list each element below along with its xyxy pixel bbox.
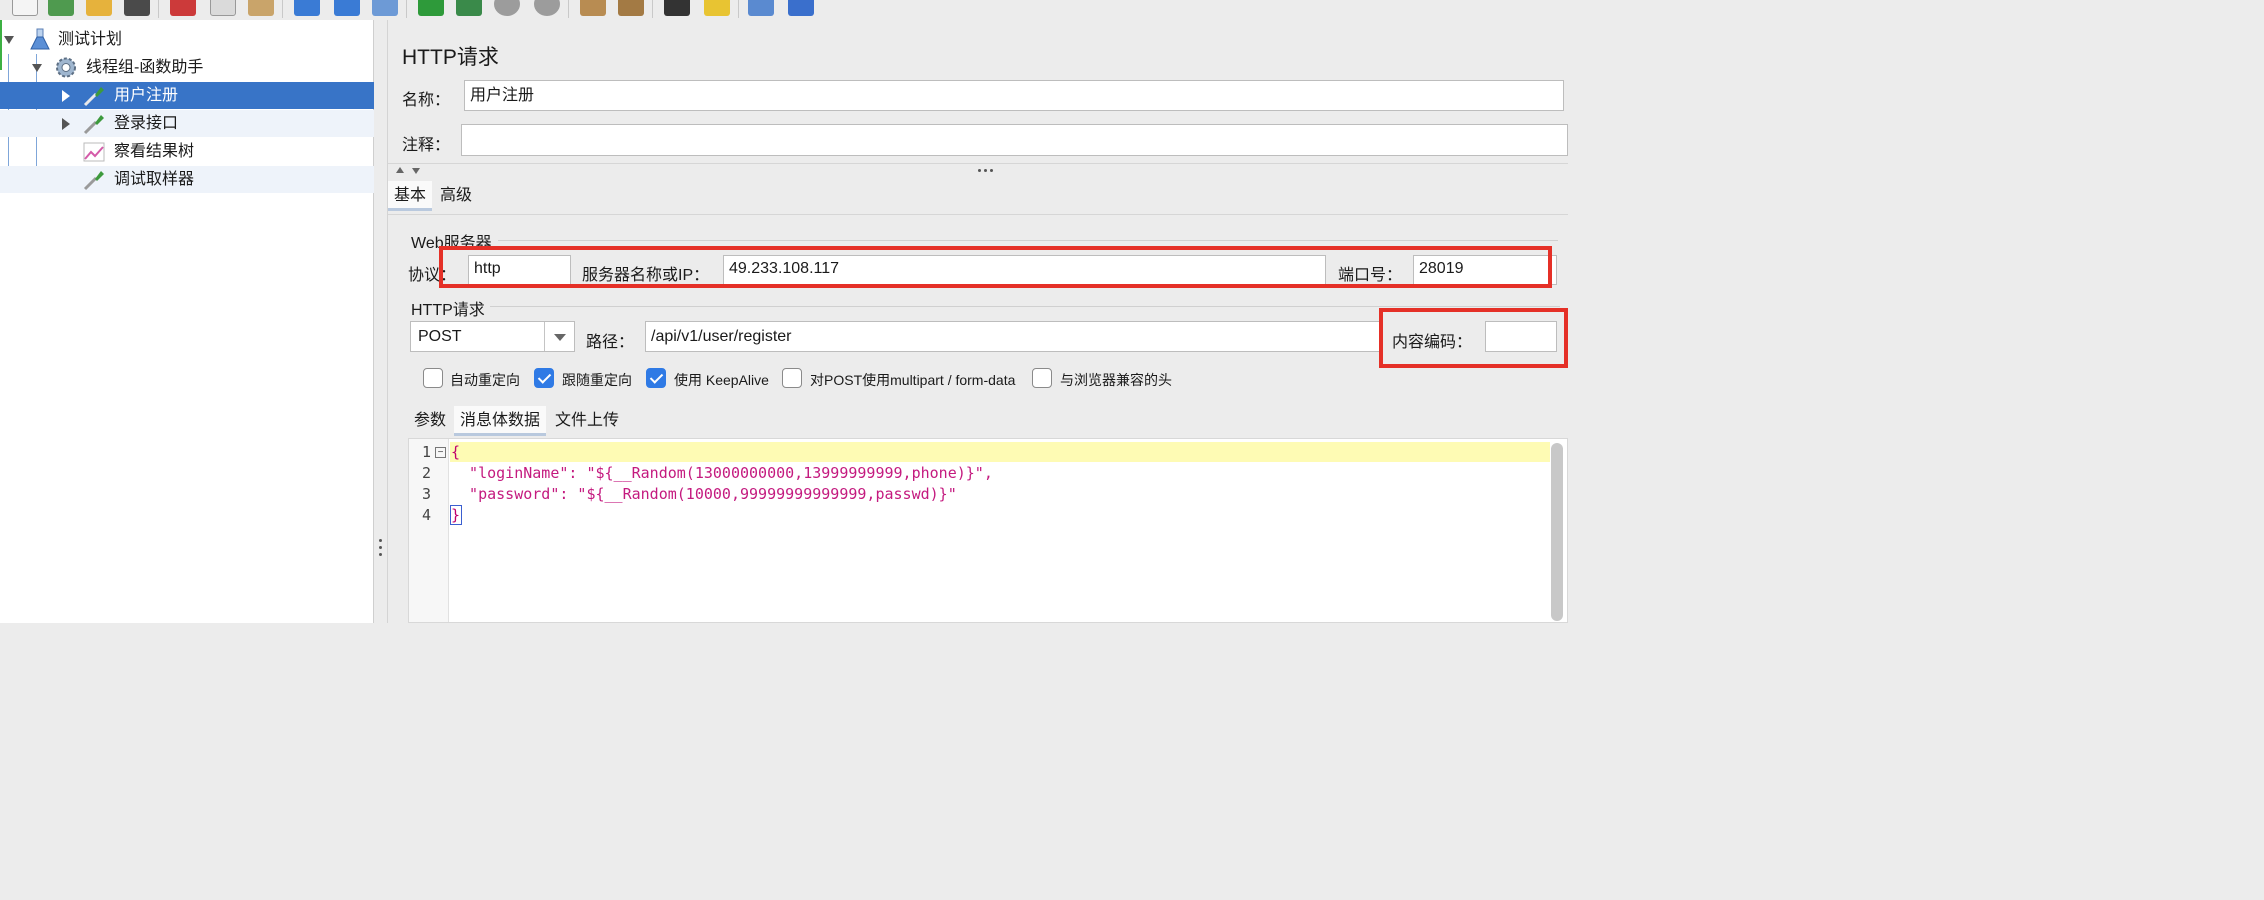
start-no-pause-icon[interactable] xyxy=(456,0,482,16)
collapse-caret-icon[interactable] xyxy=(62,118,70,130)
keepalive-checkbox[interactable] xyxy=(646,368,666,388)
tree-item-debug-sampler[interactable]: 调试取样器 xyxy=(0,166,374,193)
line-number: 3 xyxy=(421,485,431,503)
tree-item-user-register[interactable]: 用户注册 xyxy=(0,82,374,109)
reset-search-icon[interactable] xyxy=(704,0,730,16)
grip-dot xyxy=(379,539,382,542)
fold-icon[interactable]: − xyxy=(435,447,446,458)
section-divider[interactable] xyxy=(388,163,1568,175)
tab-basic[interactable]: 基本 xyxy=(388,181,433,211)
page-title: HTTP请求 xyxy=(402,46,499,69)
name-label: 名称： xyxy=(402,92,451,109)
start-icon[interactable] xyxy=(418,0,444,16)
name-field[interactable]: 用户注册 xyxy=(464,80,1564,111)
clear-all-icon[interactable] xyxy=(618,0,644,16)
tab-advanced[interactable]: 高级 xyxy=(434,181,478,211)
grip-dot xyxy=(984,169,987,172)
debug-sampler-pipette-icon xyxy=(83,171,104,191)
path-label: 路径： xyxy=(586,334,635,351)
browser-headers-checkbox[interactable] xyxy=(1032,368,1052,388)
line-number: 2 xyxy=(421,464,431,482)
expand-caret-icon[interactable] xyxy=(4,36,14,44)
tree-item-test-plan[interactable]: 测试计划 xyxy=(0,26,374,53)
test-plan-flask-icon xyxy=(30,28,50,50)
results-tree-chart-icon xyxy=(83,142,105,162)
toolbar xyxy=(0,0,1568,20)
tab-body-data[interactable]: 消息体数据 xyxy=(454,406,547,436)
templates-icon[interactable] xyxy=(48,0,74,16)
method-select-value: POST xyxy=(418,328,462,345)
expand-icon[interactable] xyxy=(294,0,320,16)
tree-item-results-tree[interactable]: 察看结果树 xyxy=(0,138,374,165)
method-select-divider xyxy=(544,322,545,351)
paste-icon[interactable] xyxy=(248,0,274,16)
expand-down-icon[interactable] xyxy=(412,168,420,174)
open-icon[interactable] xyxy=(86,0,112,16)
tree-item-label: 登录接口 xyxy=(114,115,179,132)
code-line: } xyxy=(450,505,462,525)
line-number: 1 xyxy=(421,443,431,461)
http-request-panel: HTTP请求 名称： 用户注册 注释： 基本 高级 Web服务器 协议： htt… xyxy=(388,20,1568,623)
comment-label: 注释： xyxy=(402,137,451,154)
code-line: { xyxy=(451,443,461,461)
code-line: "password": "${__Random(10000,9999999999… xyxy=(451,485,957,503)
multipart-label: 对POST使用multipart / form-data xyxy=(810,372,1016,388)
browser-headers-label: 与浏览器兼容的头 xyxy=(1060,372,1172,388)
grip-dot xyxy=(379,546,382,549)
tree-item-label: 察看结果树 xyxy=(114,143,195,160)
function-helper-icon[interactable] xyxy=(748,0,774,16)
line-number-gutter: 1 − 2 3 4 xyxy=(409,439,449,622)
follow-redirects-checkbox[interactable] xyxy=(534,368,554,388)
shutdown-icon[interactable] xyxy=(534,0,560,16)
pane-splitter[interactable] xyxy=(374,20,388,623)
line-number: 4 xyxy=(421,506,431,524)
stop-icon[interactable] xyxy=(494,0,520,16)
help-icon[interactable] xyxy=(788,0,814,16)
new-icon[interactable] xyxy=(12,0,38,16)
tree-item-label: 测试计划 xyxy=(58,31,123,48)
tree-item-label: 线程组-函数助手 xyxy=(86,59,204,76)
method-select[interactable]: POST xyxy=(410,321,575,352)
follow-redirects-label: 跟随重定向 xyxy=(562,372,632,388)
path-field[interactable]: /api/v1/user/register xyxy=(645,321,1381,352)
highlight-web-server xyxy=(439,246,1552,288)
collapse-up-icon[interactable] xyxy=(396,167,404,173)
tab-file-upload[interactable]: 文件上传 xyxy=(549,406,625,436)
collapse-icon[interactable] xyxy=(334,0,360,16)
auto-redirect-label: 自动重定向 xyxy=(450,372,520,388)
current-line-highlight xyxy=(450,442,1550,462)
body-data-editor[interactable]: 1 − 2 3 4 { "loginName": "${__Random(130… xyxy=(408,438,1568,623)
cut-icon[interactable] xyxy=(170,0,196,16)
tab-parameters[interactable]: 参数 xyxy=(408,406,452,436)
test-plan-tree[interactable]: 测试计划 线程组-函数助手 用户注册 登录接口 察看结果树 调试取样器 xyxy=(0,20,374,623)
code-line: "loginName": "${__Random(13000000000,139… xyxy=(451,464,993,482)
http-request-group-title: HTTP请求 xyxy=(411,302,485,319)
clear-icon[interactable] xyxy=(580,0,606,16)
tree-item-thread-group[interactable]: 线程组-函数助手 xyxy=(0,54,374,81)
keepalive-label: 使用 KeepAlive xyxy=(674,372,769,388)
http-sampler-pipette-icon xyxy=(83,115,104,135)
auto-redirect-checkbox[interactable] xyxy=(423,368,443,388)
grip-dot xyxy=(990,169,993,172)
comment-field[interactable] xyxy=(461,124,1568,156)
toggle-icon[interactable] xyxy=(372,0,398,16)
vertical-scrollbar[interactable] xyxy=(1551,443,1563,621)
search-icon[interactable] xyxy=(664,0,690,16)
save-icon[interactable] xyxy=(124,0,150,16)
tree-item-label: 用户注册 xyxy=(114,87,179,104)
http-sampler-pipette-icon xyxy=(83,87,104,107)
tree-item-label: 调试取样器 xyxy=(114,171,195,188)
tree-item-login-api[interactable]: 登录接口 xyxy=(0,110,374,137)
collapse-caret-icon[interactable] xyxy=(62,90,70,102)
highlight-content-encoding xyxy=(1379,308,1568,368)
expand-caret-icon[interactable] xyxy=(32,64,42,72)
grip-dot xyxy=(978,169,981,172)
multipart-checkbox[interactable] xyxy=(782,368,802,388)
copy-icon[interactable] xyxy=(210,0,236,16)
thread-group-gear-icon xyxy=(56,57,76,78)
chevron-down-icon[interactable] xyxy=(554,334,566,341)
grip-dot xyxy=(379,553,382,556)
